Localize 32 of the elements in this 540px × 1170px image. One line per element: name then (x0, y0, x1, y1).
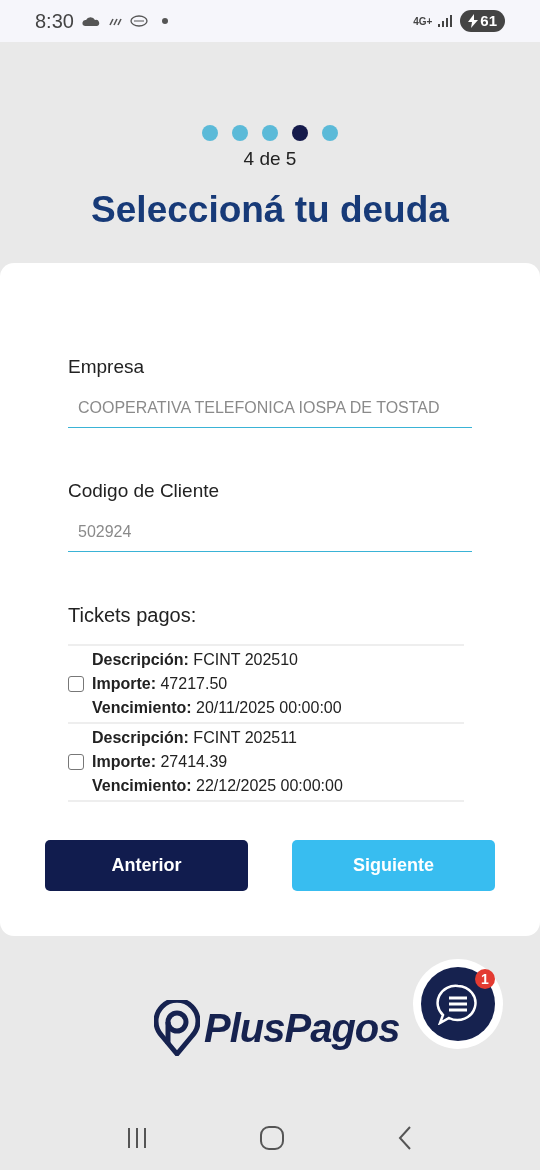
checkbox[interactable] (68, 754, 84, 770)
field-label: Codigo de Cliente (68, 479, 221, 503)
field-label: Empresa (68, 355, 146, 379)
rain-icon (107, 16, 124, 26)
home-icon[interactable] (259, 1124, 285, 1151)
ticket-detail: Vencimiento: 22/12/2025 00:00:00 (92, 776, 343, 796)
ticket-detail: Descripción: FCINT 202510 (92, 650, 299, 670)
ticket-detail: Importe: 27414.39 (92, 752, 229, 772)
ticket-detail: Vencimiento: 20/11/2025 00:00:00 (92, 698, 342, 718)
notification-badge: 1 (475, 969, 495, 989)
battery-indicator: 61 (460, 10, 505, 32)
chat-button[interactable]: 1 (413, 959, 503, 1049)
chat-icon (436, 983, 480, 1025)
page-title: Seleccioná tu deuda (91, 187, 449, 232)
input-field[interactable]: 502924 (68, 512, 472, 552)
brand-logo: PlusPagos (204, 1005, 400, 1052)
network-type: 4G+ (413, 14, 433, 29)
back-button[interactable]: Anterior (45, 840, 248, 891)
bolt-icon (468, 14, 479, 28)
ticket-detail: Descripción: FCINT 202511 (92, 728, 298, 748)
step-label: 4 de 5 (243, 147, 297, 171)
signal-icon (438, 14, 453, 28)
recent-apps-icon[interactable] (125, 1125, 149, 1150)
cloud-icon (81, 16, 100, 26)
clock: 8:30 (35, 9, 74, 34)
input-field[interactable]: COOPERATIVA TELEFONICA IOSPA DE TOSTAD (68, 388, 472, 428)
checkbox[interactable] (68, 676, 84, 692)
pin-logo-icon (154, 1000, 200, 1056)
next-button[interactable]: Siguiente (292, 840, 495, 891)
section-title: Tickets pagos: (68, 603, 198, 628)
disc-icon (129, 15, 148, 27)
ticket-detail: Importe: 47217.50 (92, 674, 229, 694)
